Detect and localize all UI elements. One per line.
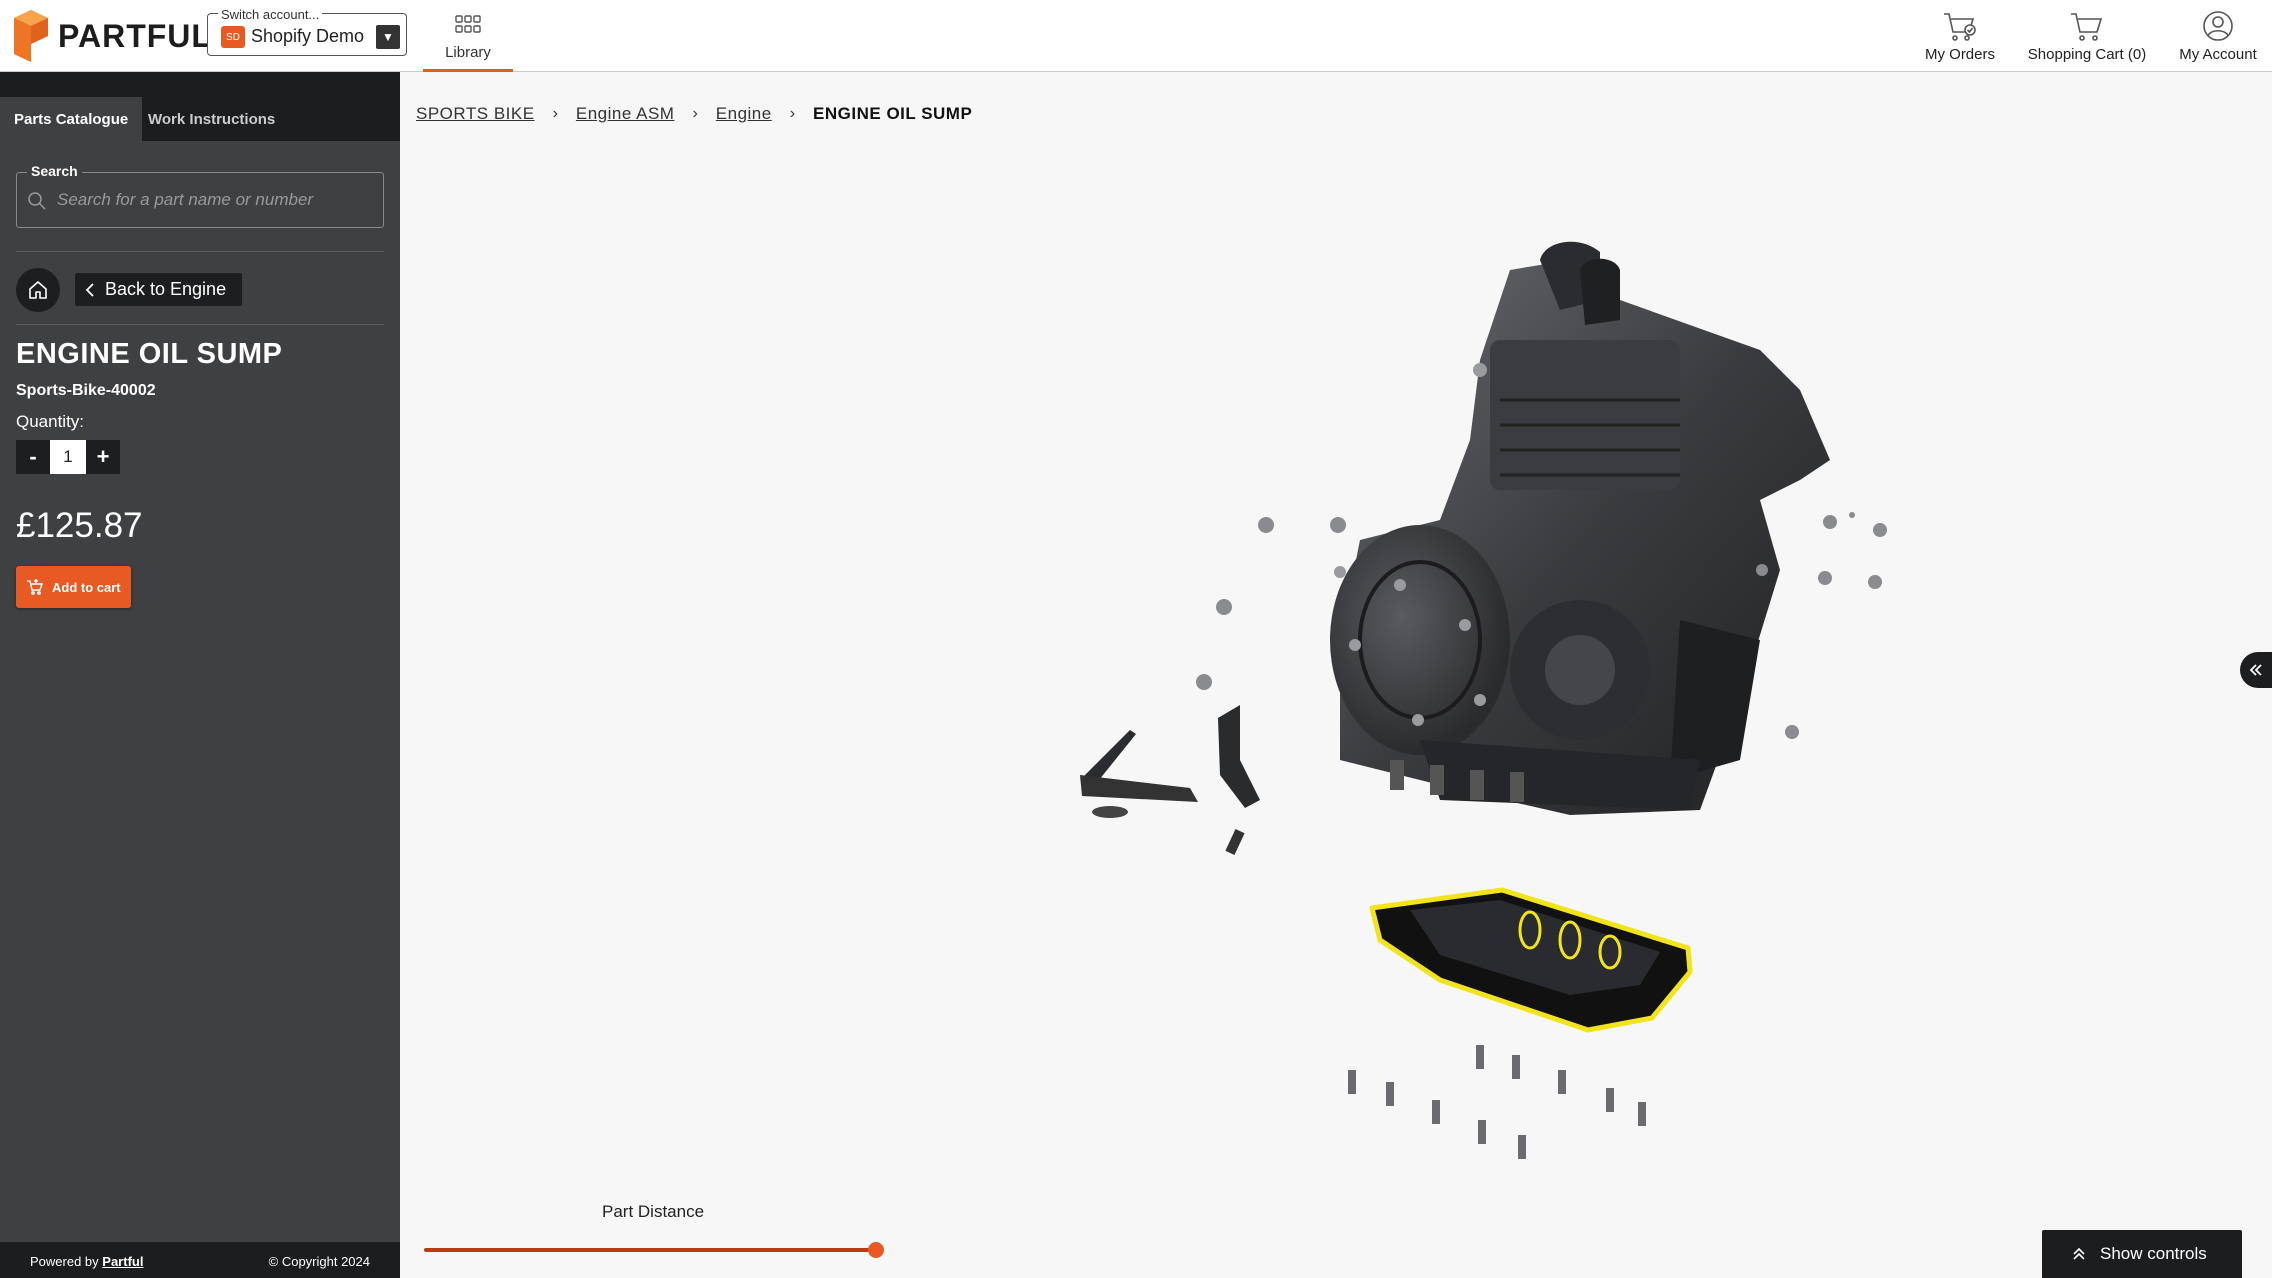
chevron-right-icon: ›: [692, 105, 698, 122]
back-button-label: Back to Engine: [105, 279, 227, 299]
collapse-panel-button[interactable]: [2240, 652, 2272, 688]
loose-bolts-left[interactable]: [1196, 517, 1346, 690]
back-to-engine-button[interactable]: Back to Engine: [75, 273, 243, 306]
quantity-increase-button[interactable]: +: [86, 440, 120, 474]
part-price: £125.87: [16, 506, 143, 545]
search-input[interactable]: [57, 183, 373, 217]
search-label: Search: [27, 163, 82, 179]
chevron-right-icon: ›: [552, 105, 558, 122]
double-chevron-left-icon: [2249, 664, 2262, 676]
show-controls-label: Show controls: [2100, 1244, 2207, 1263]
tab-parts-catalogue[interactable]: Parts Catalogue: [0, 97, 143, 141]
home-icon: [29, 281, 47, 299]
tab-work-instructions[interactable]: Work Instructions: [134, 97, 289, 141]
shopping-cart-label: Shopping Cart (0): [2027, 46, 2147, 63]
account-switcher-label: Switch account...: [218, 7, 323, 22]
quantity-label: Quantity:: [16, 412, 85, 431]
show-controls-button[interactable]: Show controls: [2042, 1230, 2242, 1278]
add-to-cart-label: Add to cart: [52, 579, 121, 595]
chevron-right-icon: ›: [789, 105, 796, 122]
orders-cart-icon: [1944, 13, 1976, 41]
home-button[interactable]: [16, 268, 60, 312]
sidebar: Parts Catalogue Work Instructions Search…: [0, 72, 400, 1278]
divider: [16, 324, 384, 325]
quantity-stepper: - +: [16, 440, 120, 474]
grid-icon: [455, 15, 481, 33]
engine-block[interactable]: [1330, 241, 1830, 815]
user-icon: [2203, 11, 2233, 41]
breadcrumb: SPORTS BIKE › Engine ASM › Engine › ENGI…: [416, 102, 972, 126]
kickstand-parts[interactable]: [1080, 705, 1260, 855]
exploded-3d-viewer[interactable]: [1040, 240, 1920, 1180]
double-chevron-up-icon: [2073, 1247, 2085, 1260]
search-field: Search: [16, 163, 384, 228]
top-header: PARTFUL Switch account... SD Shopify Dem…: [0, 0, 2272, 72]
my-account-button[interactable]: My Account: [2176, 0, 2260, 72]
partful-logo[interactable]: PARTFUL: [14, 10, 212, 62]
divider: [16, 251, 384, 252]
slider-thumb[interactable]: [868, 1242, 884, 1258]
breadcrumb-sports-bike[interactable]: SPORTS BIKE: [416, 104, 535, 124]
powered-by-text: Powered by: [30, 1254, 99, 1269]
slider-track: [424, 1248, 876, 1252]
sump-bolts[interactable]: [1348, 1045, 1646, 1159]
breadcrumb-current: ENGINE OIL SUMP: [813, 104, 973, 123]
my-orders-button[interactable]: My Orders: [1920, 0, 2000, 72]
quantity-decrease-button[interactable]: -: [16, 440, 50, 474]
sidebar-footer: Powered by Partful © Copyright 2024: [0, 1242, 400, 1278]
search-icon: [28, 192, 46, 210]
shopping-cart-icon: [2071, 13, 2103, 41]
breadcrumb-engine-asm[interactable]: Engine ASM: [576, 104, 675, 124]
account-name: Shopify Demo: [251, 26, 365, 46]
part-number: Sports-Bike-40002: [16, 382, 156, 399]
quantity-input[interactable]: [50, 440, 86, 474]
copyright: © Copyright 2024: [268, 1254, 370, 1269]
my-account-label: My Account: [2179, 46, 2257, 63]
sidebar-tabs: Parts Catalogue Work Instructions: [0, 72, 400, 141]
brand-name: PARTFUL: [58, 17, 212, 54]
part-distance-label: Part Distance: [602, 1202, 705, 1221]
engine-oil-sump-part[interactable]: [1369, 887, 1693, 1033]
account-avatar: SD: [221, 26, 245, 48]
shopping-cart-button[interactable]: Shopping Cart (0): [2024, 0, 2150, 72]
powered-by: Powered by Partful: [30, 1254, 143, 1269]
nav-library-label: Library: [445, 44, 491, 61]
partful-logo-icon: [14, 10, 48, 62]
part-distance-slider[interactable]: [424, 1240, 884, 1260]
nav-library[interactable]: Library: [423, 0, 513, 72]
my-orders-label: My Orders: [1924, 46, 1995, 63]
breadcrumb-engine[interactable]: Engine: [716, 104, 772, 124]
add-to-cart-button[interactable]: Add to cart: [16, 566, 131, 608]
cart-add-icon: [27, 579, 43, 595]
chevron-down-icon[interactable]: ▼: [376, 25, 400, 49]
loose-bolts-right[interactable]: [1756, 512, 1887, 739]
chevron-left-icon: [85, 282, 94, 297]
account-switcher[interactable]: Switch account... SD Shopify Demo ▼: [207, 7, 407, 56]
part-title: ENGINE OIL SUMP: [16, 338, 283, 370]
partful-link[interactable]: Partful: [102, 1254, 143, 1269]
